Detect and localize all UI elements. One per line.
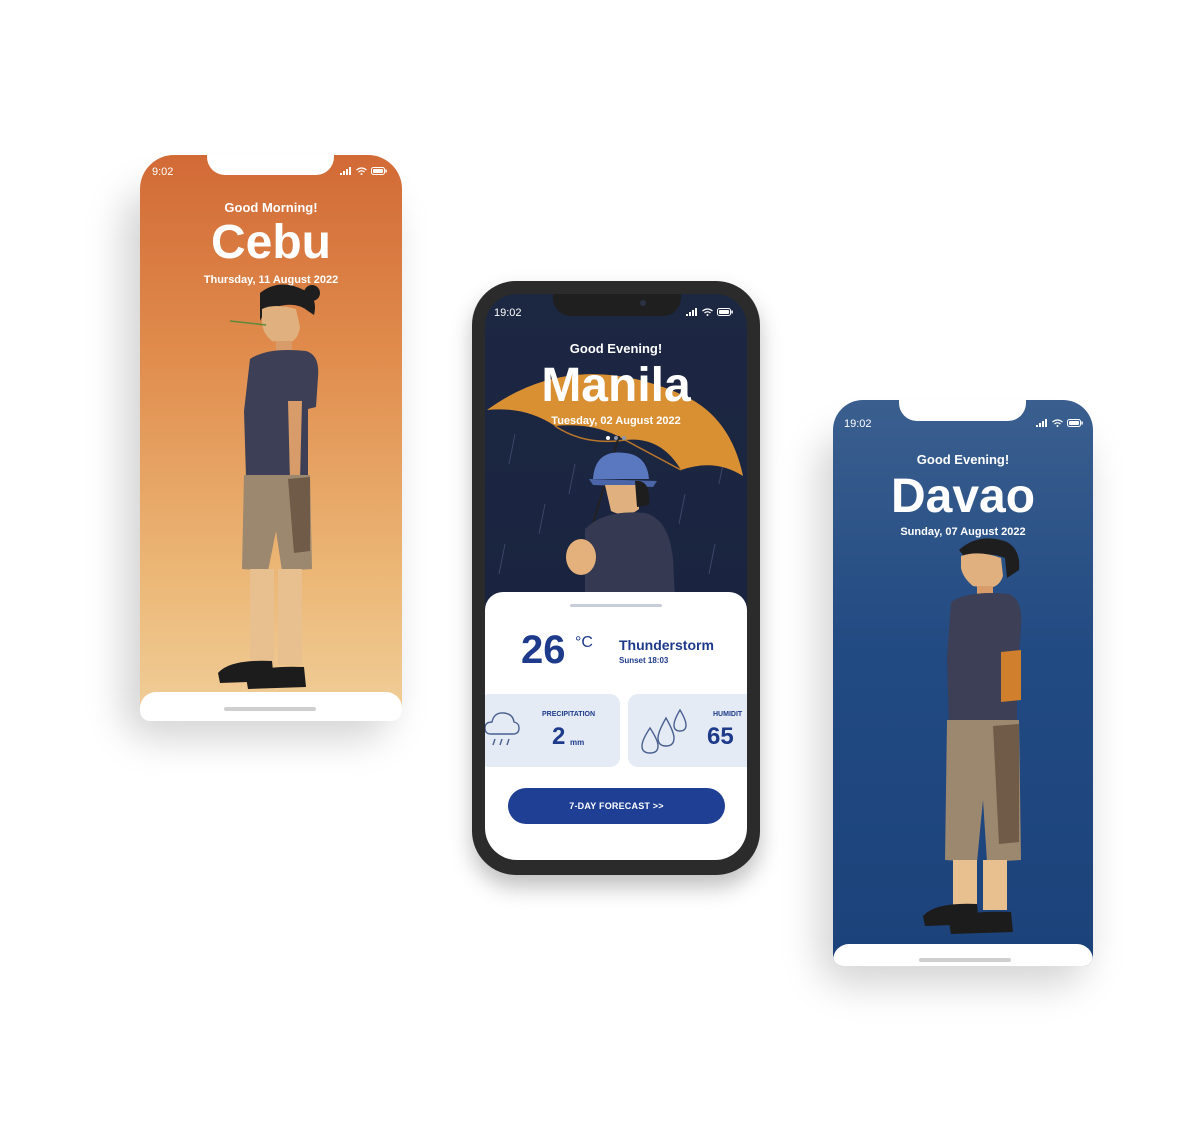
davao-screen: 19:02 Good Evening! Davao Sunday, 07 Aug… [833, 400, 1093, 966]
status-icons [686, 308, 733, 316]
camera-icon [640, 300, 646, 306]
bottom-sheet [833, 944, 1093, 966]
page-dot[interactable] [622, 436, 626, 440]
manila-screen: 19:02 Good Evening! Manila Tuesday, 02 A… [485, 294, 747, 860]
card-value: 65 [707, 723, 734, 750]
condition: Thunderstorm [619, 637, 714, 653]
page-dots[interactable] [606, 436, 626, 440]
humidity-card[interactable]: HUMIDIT 65 [628, 694, 747, 767]
signal-icon [686, 308, 697, 316]
seven-day-forecast-button[interactable]: 7-DAY FORECAST >> [508, 788, 725, 824]
page-dot[interactable] [614, 436, 618, 440]
temperature-unit: °C [575, 634, 593, 651]
greeting: Good Evening! [916, 452, 1010, 467]
card-label: PRECIPITATION [542, 711, 596, 718]
cebu-screen: 9:02 Good Morning! Cebu Thursday, 11 Aug… [140, 155, 402, 721]
page-dot-active[interactable] [606, 436, 610, 440]
temperature: 26 [521, 628, 566, 672]
wifi-icon [702, 308, 713, 316]
signal-icon [340, 167, 351, 175]
card-value: 2 [552, 723, 566, 750]
precipitation-card[interactable]: PRECIPITATION 2 mm [485, 694, 620, 767]
sunset-time: Sunset 18:03 [619, 656, 669, 665]
status-icons [340, 167, 387, 175]
status-icons [1036, 419, 1083, 427]
droplets-icon [641, 708, 687, 754]
battery-icon [717, 308, 733, 316]
sheet-handle[interactable] [570, 604, 662, 607]
notch [899, 400, 1026, 421]
date: Tuesday, 02 August 2022 [551, 415, 681, 427]
card-label: HUMIDIT [713, 711, 743, 718]
card-unit: mm [570, 738, 585, 747]
status-time: 19:02 [844, 418, 872, 430]
greeting: Good Evening! [569, 341, 663, 356]
cloud-rain-icon [485, 712, 520, 746]
greeting: Good Morning! [224, 200, 318, 215]
city-name: Cebu [211, 216, 331, 269]
city-name: Davao [890, 470, 1036, 523]
character-illustration [566, 452, 675, 599]
status-time: 19:02 [494, 307, 522, 319]
character-illustration [923, 538, 1022, 934]
city-name: Manila [541, 359, 691, 412]
character-illustration [218, 284, 320, 689]
wifi-icon [1052, 419, 1063, 427]
status-time: 9:02 [152, 166, 174, 178]
home-indicator[interactable] [224, 707, 316, 711]
notch [207, 155, 334, 175]
notch [553, 294, 681, 316]
signal-icon [1036, 419, 1047, 427]
battery-icon [1067, 419, 1083, 427]
weather-sheet[interactable]: 26 °C Thunderstorm Sunset 18:03 PRECIPIT… [485, 592, 747, 860]
home-indicator[interactable] [919, 958, 1011, 962]
battery-icon [371, 167, 387, 175]
wifi-icon [356, 167, 367, 175]
